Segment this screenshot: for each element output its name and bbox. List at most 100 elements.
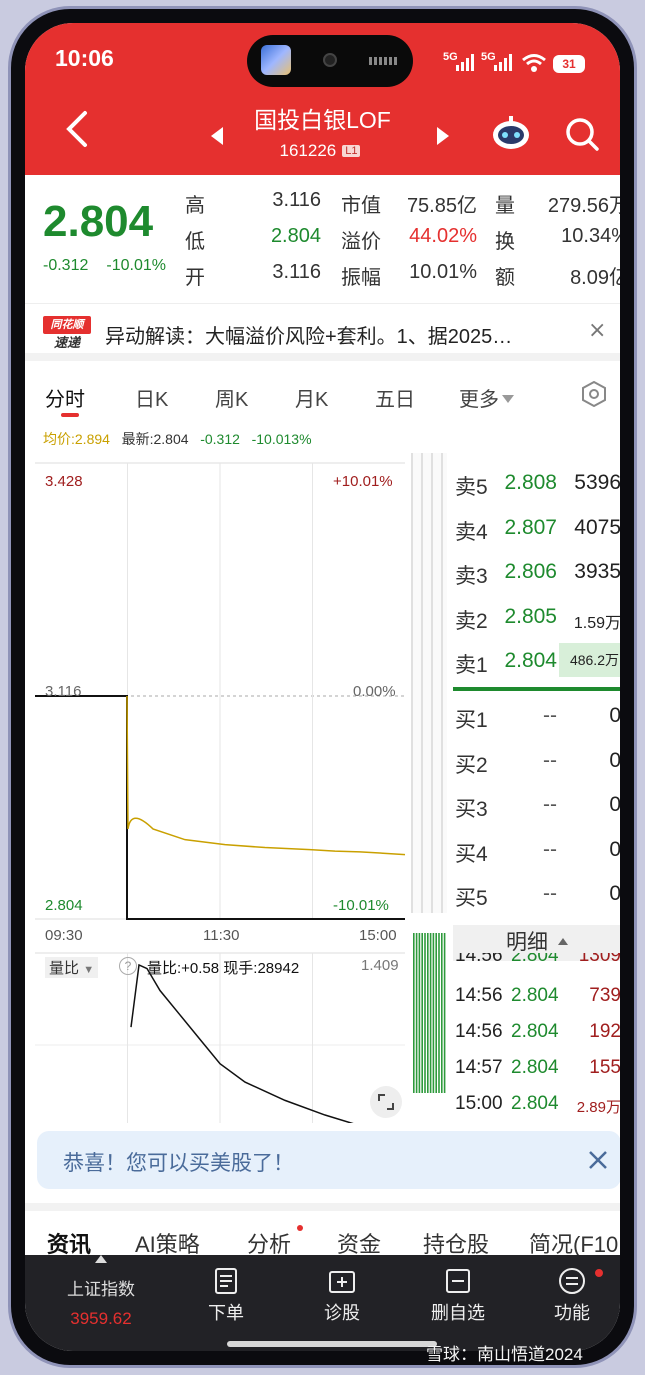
info-tabs: 资讯 AI策略 分析 资金 持仓股 简况(F10: [25, 1203, 620, 1257]
volume-bar: [429, 933, 432, 1093]
trade-price: 2.804: [511, 1057, 559, 1078]
volume-info: 量比:+0.58 现手:28942: [147, 960, 300, 977]
news-ticker[interactable]: 同花顺 速递 异动解读：大幅溢价风险+套利。1、据2025… ×: [25, 303, 620, 361]
search-icon[interactable]: [563, 115, 601, 153]
trade-time: 14:56: [455, 1021, 503, 1042]
volume-bar: [443, 933, 446, 1093]
trade-time: 14:57: [455, 1057, 503, 1078]
caret-up-icon: [95, 1255, 107, 1263]
home-indicator[interactable]: [227, 1341, 437, 1347]
stock-header: 10:06 5G 5G 31 国投白银LOF 161226 L1: [25, 23, 620, 175]
volume-bar: [427, 933, 429, 1093]
volume-bar: [435, 933, 437, 1093]
volume-bar: [441, 933, 443, 1093]
status-time: 10:06: [55, 45, 114, 71]
help-icon[interactable]: ?: [119, 957, 137, 975]
index-name[interactable]: 上证指数: [51, 1275, 151, 1300]
document-icon: [215, 1268, 237, 1294]
stock-title: 国投白银LOF: [254, 107, 391, 133]
settings-hexagon-icon[interactable]: [581, 381, 607, 407]
tab-daily[interactable]: 日K: [135, 383, 168, 412]
nav-diagnose-label: 诊股: [324, 1303, 360, 1323]
caret-down-icon: ▼: [83, 964, 95, 976]
signal-bars-icon-2: [494, 54, 512, 71]
ask-price: 2.806: [504, 560, 557, 584]
volume-selector-label: 量比: [49, 960, 80, 977]
ask-row: 卖2 2.805 1.59万: [451, 597, 620, 642]
y-label-top: 3.428: [45, 473, 83, 490]
detail-header-label: 明细: [506, 931, 548, 954]
pct-label-bottom: -10.01%: [333, 897, 389, 914]
trade-time: 14:56: [455, 953, 503, 966]
news-logo-bottom: 速递: [53, 336, 80, 351]
quote-panel: 2.804 -0.312 -10.01% 高 3.116 市值 75.85亿 量 …: [25, 175, 620, 303]
bid-volume: 0: [609, 703, 620, 727]
status-bar: 10:06 5G 5G 31: [25, 23, 620, 87]
dynamic-island: [247, 35, 413, 87]
bid-row: 买5 -- 0: [451, 874, 620, 919]
back-arrow-icon[interactable]: [61, 109, 95, 149]
trade-volume: 1309: [578, 953, 620, 966]
current-price: 2.804: [43, 197, 154, 246]
quote-stats: 高 3.116 市值 75.85亿 量 279.56万 低 2.804 溢价 4…: [185, 189, 620, 297]
pct-label-mid: 0.00%: [353, 683, 396, 700]
volume-bar: [424, 933, 426, 1093]
close-icon[interactable]: [587, 1149, 609, 1171]
news-logo-top: 同花顺: [43, 316, 91, 334]
volume-ratio-line: [130, 963, 404, 1136]
bid-price: --: [543, 882, 557, 906]
latest-change-text: -0.312: [200, 431, 240, 447]
nav-diagnose-button[interactable]: 诊股: [297, 1267, 387, 1325]
latest-pct-text: -10.013%: [251, 431, 312, 447]
bid-label: 买5: [455, 887, 488, 911]
nav-order-button[interactable]: 下单: [181, 1267, 271, 1325]
promo-banner[interactable]: 恭喜！您可以买美股了！: [37, 1131, 620, 1189]
bid-volume: 0: [609, 748, 620, 772]
ask-label: 卖4: [455, 520, 488, 544]
tab-intraday[interactable]: 分时: [45, 383, 85, 412]
ask-label: 卖5: [455, 476, 488, 499]
active-tab-indicator: [61, 413, 79, 417]
tab-monthly[interactable]: 月K: [295, 383, 328, 412]
nav-order-label: 下单: [208, 1303, 244, 1323]
nav-remove-watchlist-button[interactable]: 删自选: [413, 1267, 503, 1325]
ask-row: 卖4 2.807 4075: [451, 508, 620, 553]
nav-functions-button[interactable]: 功能: [527, 1267, 617, 1325]
change-value: -0.312: [43, 257, 89, 274]
volume-bar: [413, 933, 415, 1093]
medical-plus-icon: [329, 1271, 355, 1293]
tab-more-label: 更多: [459, 389, 499, 411]
bid-row: 买2 -- 0: [451, 741, 620, 786]
volume-bar: [418, 933, 421, 1093]
ask-label: 卖1: [455, 654, 488, 678]
trade-volume: 739: [589, 985, 620, 1006]
news-text[interactable]: 异动解读：大幅溢价风险+套利。1、据2025…: [105, 320, 567, 349]
y-label-mid: 3.116: [45, 683, 82, 700]
caret-down-icon: [502, 395, 514, 403]
volume-max-label: 1.409: [361, 957, 399, 974]
watermark-text: 雪球：南山悟道2024: [426, 1345, 583, 1364]
fullscreen-icon[interactable]: [369, 1085, 403, 1119]
stat-value-turnover: 10.34%: [561, 225, 620, 247]
ask-volume: 4075: [574, 515, 620, 539]
chart-side-strip: [411, 453, 447, 913]
news-close-icon[interactable]: ×: [588, 318, 606, 343]
ask-price: 2.807: [504, 515, 557, 539]
robot-assistant-icon[interactable]: [491, 115, 531, 151]
caret-up-icon: [558, 938, 568, 945]
tab-weekly[interactable]: 周K: [215, 383, 248, 412]
tab-five-day[interactable]: 五日: [375, 383, 415, 412]
bid-price: --: [543, 793, 557, 817]
nav-remove-watchlist-label: 删自选: [431, 1303, 485, 1323]
intraday-chart[interactable]: 3.428 +10.01% 3.116 0.00% 2.804 -10.01% …: [35, 453, 407, 1138]
bid-label: 买3: [455, 798, 488, 822]
minus-square-icon: [446, 1269, 470, 1293]
tab-more[interactable]: 更多: [459, 383, 514, 412]
stat-value-amplitude: 10.01%: [409, 261, 477, 283]
next-stock-arrow-icon[interactable]: [437, 127, 449, 145]
bid-label: 买1: [455, 708, 488, 732]
ask-row: 卖3 2.806 3935: [451, 552, 620, 597]
index-value: 3959.62: [70, 1309, 132, 1328]
stat-value-high: 3.116: [272, 189, 321, 211]
volume-indicator-selector[interactable]: 量比 ▼: [45, 957, 99, 978]
